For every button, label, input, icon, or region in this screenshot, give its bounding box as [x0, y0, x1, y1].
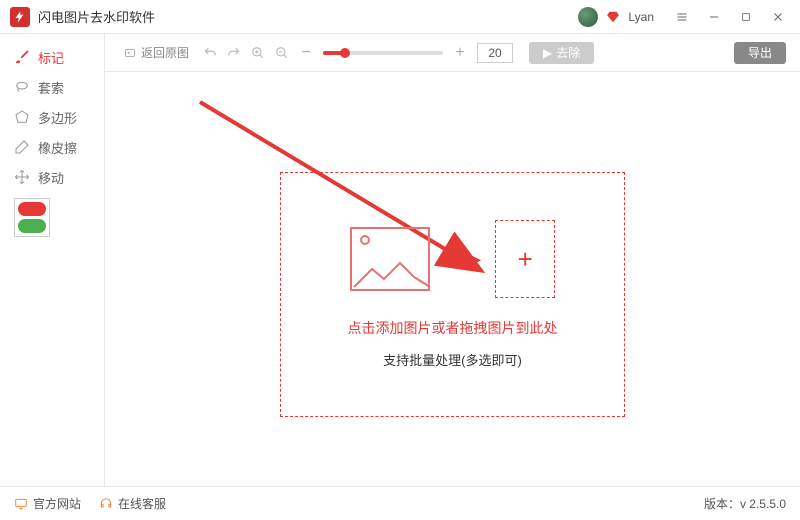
brush-icon: [14, 49, 30, 65]
version-text: 版本：v 2.5.5.0: [704, 495, 786, 512]
polygon-icon: [14, 109, 30, 125]
maximize-button[interactable]: [734, 5, 758, 29]
tool-move-label: 移动: [38, 168, 64, 187]
menu-button[interactable]: [670, 5, 694, 29]
play-icon: ▶: [543, 46, 552, 60]
minimize-button[interactable]: [702, 5, 726, 29]
app-title: 闪电图片去水印软件: [38, 7, 578, 26]
tool-lasso-label: 套索: [38, 78, 64, 97]
transfer-arrows-icon: ▶▶▶: [448, 249, 478, 270]
back-original-label: 返回原图: [141, 44, 189, 61]
official-website-link[interactable]: 官方网站: [14, 495, 81, 512]
tool-eraser[interactable]: 橡皮擦: [0, 132, 104, 162]
eraser-icon: [14, 139, 30, 155]
headset-icon: [99, 497, 113, 511]
zoom-slider[interactable]: [323, 51, 443, 55]
image-placeholder-icon: [350, 227, 430, 291]
tool-polygon-label: 多边形: [38, 108, 77, 127]
export-button[interactable]: 导出: [734, 42, 786, 64]
lasso-icon: [14, 79, 30, 95]
dropzone-text-secondary: 支持批量处理(多选即可): [383, 350, 522, 369]
online-support-link[interactable]: 在线客服: [99, 495, 166, 512]
slider-plus[interactable]: +: [453, 46, 467, 60]
swatch-green[interactable]: [18, 219, 46, 233]
redo-button[interactable]: [227, 46, 241, 60]
footer: 官方网站 在线客服 版本：v 2.5.5.0: [0, 486, 800, 520]
tool-move[interactable]: 移动: [0, 162, 104, 192]
tool-lasso[interactable]: 套索: [0, 72, 104, 102]
avatar[interactable]: [578, 7, 598, 27]
remove-label: 去除: [556, 44, 580, 61]
app-logo-icon: [10, 7, 30, 27]
dropzone-text-primary: 点击添加图片或者拖拽图片到此处: [348, 318, 558, 338]
website-label: 官方网站: [33, 495, 81, 512]
tool-polygon[interactable]: 多边形: [0, 102, 104, 132]
zoom-in-button[interactable]: [251, 46, 265, 60]
zoom-value[interactable]: 20: [477, 43, 513, 63]
dropzone[interactable]: ▶▶▶ + 点击添加图片或者拖拽图片到此处 支持批量处理(多选即可): [280, 172, 625, 417]
add-target-box: +: [495, 220, 555, 298]
tool-mark-label: 标记: [38, 48, 64, 67]
username[interactable]: Lyan: [628, 10, 654, 24]
undo-button[interactable]: [203, 46, 217, 60]
remove-button[interactable]: ▶ 去除: [529, 42, 594, 64]
dropzone-graphics: ▶▶▶ +: [350, 220, 556, 298]
titlebar: 闪电图片去水印软件 Lyan: [0, 0, 800, 34]
sidebar: 标记 套索 多边形 橡皮擦 移动: [0, 34, 105, 486]
vip-diamond-icon[interactable]: [606, 10, 620, 24]
tool-eraser-label: 橡皮擦: [38, 138, 77, 157]
back-icon: [123, 47, 137, 59]
toolbar: 返回原图 − + 20 ▶ 去除 导出: [105, 34, 800, 72]
canvas-area: ▶▶▶ + 点击添加图片或者拖拽图片到此处 支持批量处理(多选即可): [105, 72, 800, 486]
zoom-out-button[interactable]: [275, 46, 289, 60]
color-swatches: [14, 198, 50, 237]
plus-icon: +: [518, 244, 533, 275]
slider-minus[interactable]: −: [299, 46, 313, 60]
swatch-red[interactable]: [18, 202, 46, 216]
tool-mark[interactable]: 标记: [0, 42, 104, 72]
move-icon: [14, 169, 30, 185]
monitor-icon: [14, 497, 28, 511]
back-original-button[interactable]: 返回原图: [119, 42, 193, 63]
export-label: 导出: [748, 44, 772, 61]
support-label: 在线客服: [118, 495, 166, 512]
close-button[interactable]: [766, 5, 790, 29]
